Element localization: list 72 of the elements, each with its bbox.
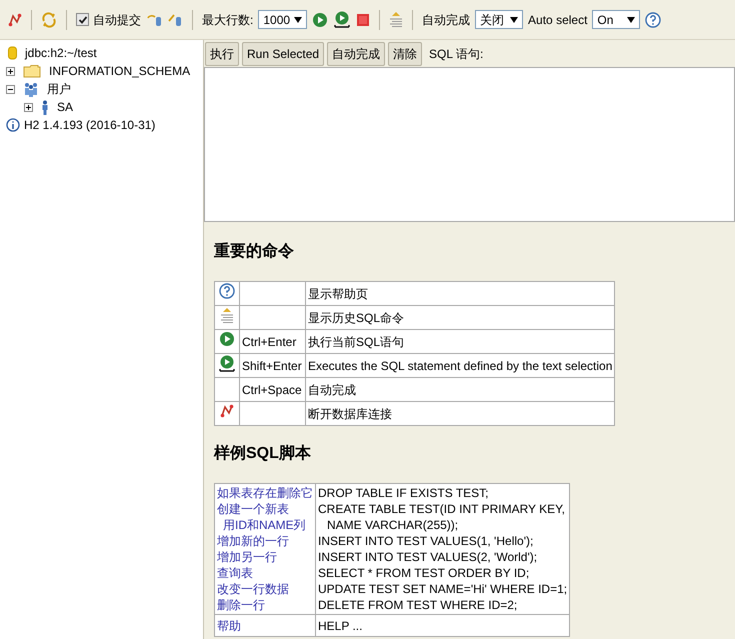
plug-icon[interactable] xyxy=(220,404,234,418)
auto-select-select[interactable]: On xyxy=(592,10,640,29)
shortcut-key: Ctrl+Enter xyxy=(242,334,296,348)
version-label: H2 1.4.193 (2016-10-31) xyxy=(24,117,156,134)
tree-item-label[interactable]: 用户 xyxy=(47,80,71,98)
query-button[interactable]: Run Selected xyxy=(242,42,324,66)
query-button[interactable]: 自动完成 xyxy=(327,42,386,66)
help-icon[interactable] xyxy=(645,12,662,28)
run-icon[interactable] xyxy=(219,331,235,347)
auto-commit-label: 自动提交 xyxy=(93,12,141,28)
command-description: 显示帮助页 xyxy=(308,286,368,300)
sample-link[interactable]: 查询表 xyxy=(217,566,253,580)
connection-label[interactable]: jdbc:h2:~/test xyxy=(25,44,97,62)
expand-icon[interactable] xyxy=(6,66,15,76)
sql-code-line: HELP ... xyxy=(318,618,362,632)
command-description: 显示历史SQL命令 xyxy=(308,310,404,324)
expand-icon[interactable] xyxy=(24,102,33,112)
shortcut-key: Shift+Enter xyxy=(242,358,302,372)
history-icon[interactable] xyxy=(389,11,404,28)
users-icon xyxy=(23,82,39,96)
sql-code-line: SELECT * FROM TEST ORDER BY ID; xyxy=(318,566,530,580)
run-icon[interactable] xyxy=(312,12,328,28)
rollback-icon[interactable] xyxy=(146,12,162,26)
samples-heading: 样例SQL脚本 xyxy=(214,444,312,464)
sample-link[interactable]: 创建一个新表 xyxy=(217,502,289,516)
stop-icon[interactable] xyxy=(356,12,370,26)
info-icon xyxy=(6,118,20,132)
sql-code-line: DROP TABLE IF EXISTS TEST; xyxy=(318,486,488,500)
sample-link[interactable]: 用ID和NAME列 xyxy=(223,518,306,532)
dropdown-caret-icon xyxy=(627,16,636,22)
database-icon xyxy=(8,46,17,60)
sample-link[interactable]: 改变一行数据 xyxy=(217,582,289,596)
dropdown-caret-icon xyxy=(510,16,518,22)
auto-commit-checkbox[interactable] xyxy=(76,13,89,26)
sql-input[interactable] xyxy=(204,67,735,222)
help-icon[interactable] xyxy=(219,283,235,299)
query-button[interactable]: 清除 xyxy=(388,42,422,66)
user-icon xyxy=(41,100,49,114)
sql-code-line: INSERT INTO TEST VALUES(2, 'World'); xyxy=(318,550,538,564)
sql-code-line: UPDATE TEST SET NAME='Hi' WHERE ID=1; xyxy=(318,582,568,596)
commands-heading: 重要的命令 xyxy=(214,241,295,262)
auto-complete-select[interactable]: 关闭 xyxy=(475,10,524,29)
sql-code-line: NAME VARCHAR(255)); xyxy=(327,518,458,532)
max-rows-label: 最大行数: xyxy=(202,12,254,28)
query-button[interactable]: 执行 xyxy=(205,42,239,66)
sql-code-line: INSERT INTO TEST VALUES(1, 'Hello'); xyxy=(318,534,534,548)
dropdown-caret-icon xyxy=(294,16,302,22)
max-rows-select[interactable]: 1000 xyxy=(258,10,308,29)
sample-link[interactable]: 增加新的一行 xyxy=(217,534,289,548)
tree-item-label[interactable]: INFORMATION_SCHEMA xyxy=(49,62,190,80)
run-selected-icon[interactable] xyxy=(218,354,236,372)
auto-select-label: Auto select xyxy=(528,12,588,28)
sql-code-line: CREATE TABLE TEST(ID INT PRIMARY KEY, xyxy=(318,502,565,516)
run-selected-icon[interactable] xyxy=(333,11,352,28)
tree-item-label[interactable]: SA xyxy=(57,98,74,116)
sample-link[interactable]: 如果表存在删除它 xyxy=(217,486,313,500)
command-description: Executes the SQL statement defined by the text selection xyxy=(308,358,612,372)
sql-label: SQL 语句: xyxy=(429,46,484,63)
auto-complete-label: 自动完成 xyxy=(422,12,470,28)
command-description: 执行当前SQL语句 xyxy=(308,334,404,348)
sample-link[interactable]: 删除一行 xyxy=(217,598,265,612)
history-icon[interactable] xyxy=(220,306,234,324)
collapse-icon[interactable] xyxy=(6,84,15,94)
sample-link[interactable]: 帮助 xyxy=(217,618,241,632)
commit-icon[interactable] xyxy=(167,12,183,26)
command-description: 自动完成 xyxy=(308,382,356,396)
plug-icon[interactable] xyxy=(8,12,22,26)
sample-link[interactable]: 增加另一行 xyxy=(217,550,277,564)
command-description: 断开数据库连接 xyxy=(308,406,392,420)
folder-icon xyxy=(23,64,41,78)
sql-code-line: DELETE FROM TEST WHERE ID=2; xyxy=(318,598,518,612)
shortcut-key: Ctrl+Space xyxy=(242,382,302,396)
